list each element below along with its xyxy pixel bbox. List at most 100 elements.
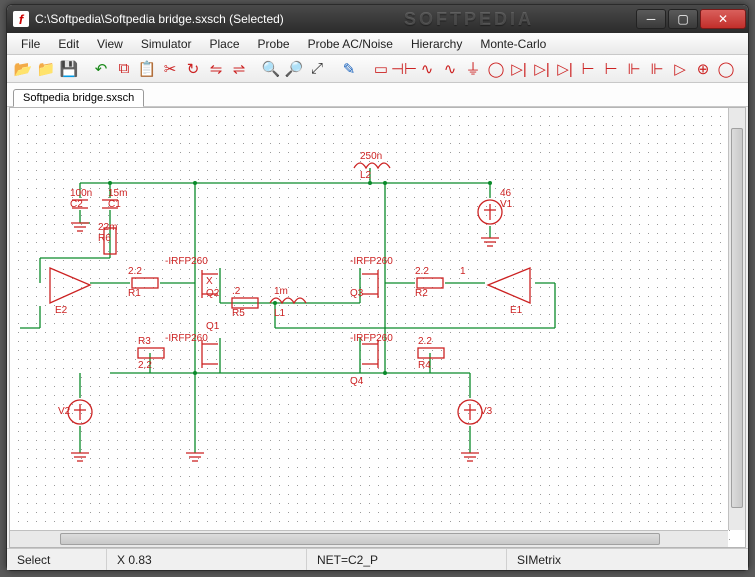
opamp-icon[interactable]: ▷ [670,59,690,79]
label-r5-ref[interactable]: R5 [232,308,245,319]
vsource-icon[interactable]: ⊕ [693,59,713,79]
label-r6-val[interactable]: 22m [98,222,117,233]
label-e2-ref[interactable]: E2 [55,305,67,316]
label-q4-model[interactable]: -IRFP260 [350,333,393,344]
label-l1-val[interactable]: 1m [274,286,288,297]
status-net: NET=C2_P [307,549,507,570]
menu-place[interactable]: Place [202,35,248,53]
label-v2-ref[interactable]: V2 [58,406,70,417]
label-r6-ref[interactable]: R6 [98,233,111,244]
cut-icon[interactable]: ✂ [160,59,180,79]
folder-icon[interactable]: 📁 [36,59,56,79]
zoom-fit-icon[interactable]: ⤢ [307,59,327,79]
canvas-area: 100n C2 15m C1 22m R6 2.2 R1 2.2 R2 .2 R… [9,107,746,548]
menu-simulator[interactable]: Simulator [133,35,200,53]
label-c2-ref[interactable]: C2 [70,199,83,210]
separator-icon [330,59,336,79]
statusbar: Select X 0.83 NET=C2_P SIMetrix [7,548,748,570]
label-q1-model[interactable]: -IRFP260 [165,333,208,344]
label-r1-ref[interactable]: R1 [128,288,141,299]
label-r2-val[interactable]: 2.2 [415,266,429,277]
label-v3-ref[interactable]: V3 [480,406,492,417]
label-c1-ref[interactable]: C1 [108,199,121,210]
label-q3-model[interactable]: -IRFP260 [350,256,393,267]
label-r1-val[interactable]: 2.2 [128,266,142,277]
resistor-icon[interactable]: ▭ [371,59,391,79]
tab-schematic[interactable]: Softpedia bridge.sxsch [13,89,144,107]
label-q3-ref[interactable]: Q3 [350,288,363,299]
ground-icon[interactable]: ⏚ [463,59,483,79]
zener-icon[interactable]: ▷| [532,59,552,79]
scrollbar-thumb[interactable] [731,128,743,508]
menu-probe-ac-noise[interactable]: Probe AC/Noise [300,35,401,53]
nmos-icon[interactable]: ⊩ [624,59,644,79]
minimize-button[interactable]: ─ [636,9,666,29]
tabstrip: Softpedia bridge.sxsch [7,83,748,107]
inductor-icon[interactable]: ∿ [417,59,437,79]
menu-file[interactable]: File [13,35,48,53]
pmos-icon[interactable]: ⊩ [647,59,667,79]
close-button[interactable]: ✕ [700,9,746,29]
toolbar: 📂 📁 💾 ↶ ⧉ 📋 ✂ ↻ ⇋ ⇌ 🔍 🔎 ⤢ ✎ ▭ ⊣⊢ ∿ ∿ ⏚ ◯… [7,55,748,83]
label-e1-ref[interactable]: E1 [510,305,522,316]
capacitor-icon[interactable]: ⊣⊢ [394,59,414,79]
menubar: File Edit View Simulator Place Probe Pro… [7,33,748,55]
titlebar[interactable]: f C:\Softpedia\Softpedia bridge.sxsch (S… [7,5,748,33]
paste-icon[interactable]: 📋 [137,59,157,79]
separator-icon [82,59,88,79]
label-v1-ref[interactable]: V1 [500,199,512,210]
zoom-in-icon[interactable]: 🔍 [261,59,281,79]
menu-hierarchy[interactable]: Hierarchy [403,35,470,53]
scrollbar-horizontal[interactable] [10,530,728,547]
label-l2-ref[interactable]: L2 [360,170,371,181]
status-x: X 0.83 [107,549,307,570]
label-q2-model[interactable]: -IRFP260 [165,256,208,267]
status-mode: Select [7,549,107,570]
flip-icon[interactable]: ⇋ [206,59,226,79]
label-q2-x[interactable]: X [206,276,213,287]
sine-icon[interactable]: ∿ [440,59,460,79]
label-e1-val[interactable]: 1 [460,266,466,277]
mirror-icon[interactable]: ⇌ [229,59,249,79]
label-r4-ref[interactable]: R4 [418,360,431,371]
zoom-out-icon[interactable]: 🔎 [284,59,304,79]
app-icon: f [13,11,29,27]
label-q4-ref[interactable]: Q4 [350,376,363,387]
label-q2-ref[interactable]: Q2 [206,288,219,299]
label-r5-val[interactable]: .2 [232,286,240,297]
current-icon[interactable]: ◯ [486,59,506,79]
scrollbar-thumb[interactable] [60,533,660,545]
menu-view[interactable]: View [89,35,131,53]
label-r3-ref[interactable]: R3 [138,336,151,347]
label-l2-val[interactable]: 250n [360,151,382,162]
label-r4-val[interactable]: 2.2 [418,336,432,347]
folder-open-icon[interactable]: 📂 [13,59,33,79]
label-q1-ref[interactable]: Q1 [206,321,219,332]
copy-icon[interactable]: ⧉ [114,59,134,79]
schematic-canvas[interactable]: 100n C2 15m C1 22m R6 2.2 R1 2.2 R2 .2 R… [10,108,730,548]
pencil-icon[interactable]: ✎ [339,59,359,79]
separator-icon [362,59,368,79]
label-r2-ref[interactable]: R2 [415,288,428,299]
scrollbar-vertical[interactable] [728,108,745,530]
save-icon[interactable]: 💾 [59,59,79,79]
label-c2-val[interactable]: 100n [70,188,92,199]
menu-probe[interactable]: Probe [250,35,298,53]
window-title: C:\Softpedia\Softpedia bridge.sxsch (Sel… [35,12,404,26]
led-icon[interactable]: ▷| [555,59,575,79]
label-r3-val[interactable]: 2.2 [138,360,152,371]
menu-monte-carlo[interactable]: Monte-Carlo [472,35,554,53]
watermark: SOFTPEDIA [404,9,534,30]
menu-edit[interactable]: Edit [50,35,87,53]
npn-icon[interactable]: ⊢ [578,59,598,79]
label-v1-val[interactable]: 46 [500,188,511,199]
label-l1-ref[interactable]: L1 [274,308,285,319]
undo-icon[interactable]: ↶ [91,59,111,79]
pnp-icon[interactable]: ⊢ [601,59,621,79]
isource-icon[interactable]: ◯ [716,59,736,79]
diode-icon[interactable]: ▷| [509,59,529,79]
label-c1-val[interactable]: 15m [108,188,127,199]
maximize-button[interactable]: ▢ [668,9,698,29]
rotate-icon[interactable]: ↻ [183,59,203,79]
status-brand: SIMetrix [507,549,748,570]
